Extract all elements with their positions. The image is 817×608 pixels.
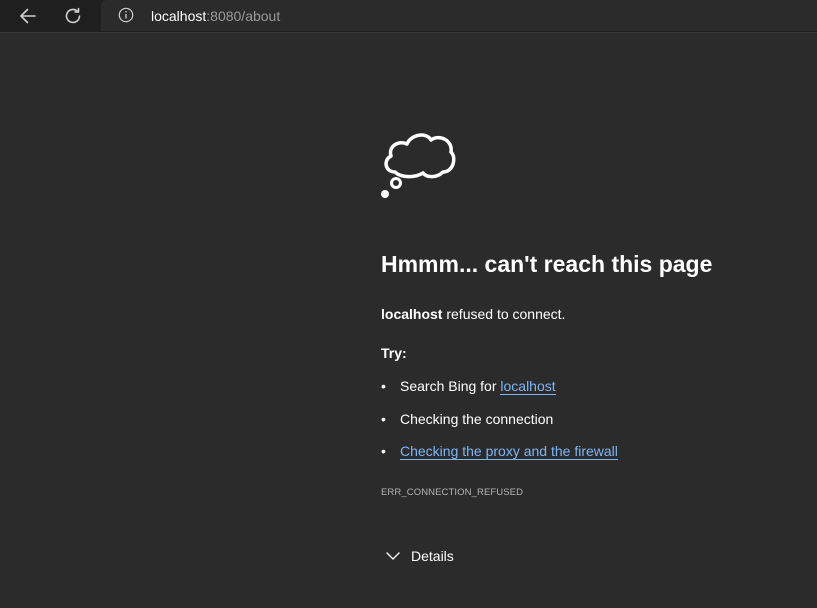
list-item: • Checking the connection: [381, 409, 618, 442]
proxy-firewall-link[interactable]: Checking the proxy and the firewall: [400, 443, 618, 460]
back-arrow-icon: [20, 8, 36, 24]
page-heading: Hmmm... can't reach this page: [381, 251, 713, 277]
refresh-icon: [65, 7, 81, 24]
suggestion-list: • Search Bing for localhost • Checking t…: [381, 376, 618, 474]
details-button[interactable]: Details: [381, 545, 454, 567]
bullet-icon: •: [381, 443, 386, 459]
url-host: localhost: [151, 8, 207, 24]
search-bing-link[interactable]: localhost: [500, 378, 556, 395]
error-host: localhost: [381, 306, 443, 322]
try-label: Try:: [381, 345, 407, 361]
list-item: • Checking the proxy and the firewall: [381, 441, 618, 474]
bullet-icon: •: [381, 410, 386, 427]
error-message-text: refused to connect.: [442, 306, 566, 322]
info-icon[interactable]: [118, 7, 134, 23]
thought-cloud-icon: [381, 133, 456, 198]
suggestion-check-connection: Checking the connection: [400, 410, 554, 427]
error-message: localhost refused to connect.: [381, 304, 565, 324]
refresh-button[interactable]: [57, 0, 89, 32]
back-button[interactable]: [12, 0, 44, 32]
url-text[interactable]: localhost:8080/about: [151, 8, 280, 24]
browser-toolbar: localhost:8080/about: [0, 0, 817, 33]
suggestion-search-prefix: Search Bing for: [400, 378, 501, 394]
chevron-down-icon: [386, 552, 400, 560]
url-port-path: :8080/about: [206, 8, 281, 24]
details-label: Details: [411, 548, 454, 564]
error-code: ERR_CONNECTION_REFUSED: [381, 487, 524, 498]
list-item: • Search Bing for localhost: [381, 376, 618, 409]
address-bar[interactable]: localhost:8080/about: [101, 0, 817, 31]
bullet-icon: •: [381, 378, 386, 394]
